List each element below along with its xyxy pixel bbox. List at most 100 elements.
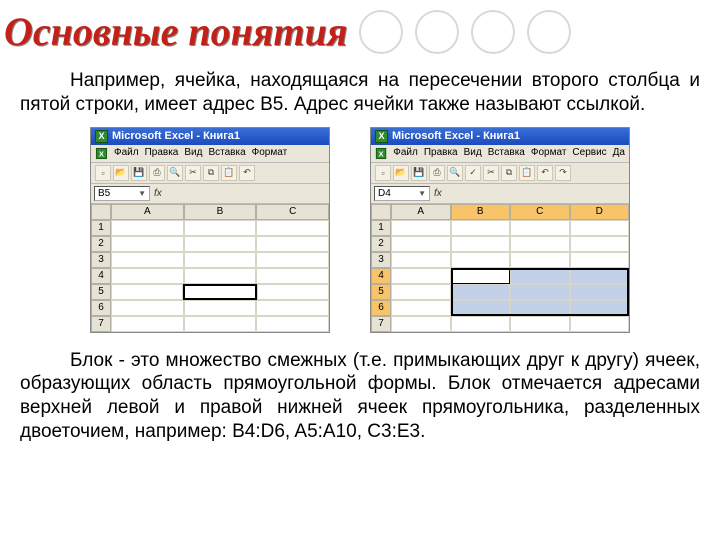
- cell[interactable]: [391, 236, 451, 252]
- chevron-down-icon[interactable]: ▼: [418, 189, 426, 198]
- row-header[interactable]: 4: [371, 268, 391, 284]
- open-icon[interactable]: 📂: [393, 165, 409, 181]
- cell[interactable]: [570, 236, 630, 252]
- cell[interactable]: [111, 284, 183, 300]
- cell[interactable]: [184, 220, 257, 236]
- menu-tools[interactable]: Сервис: [572, 147, 606, 160]
- new-icon[interactable]: ▫: [95, 165, 111, 181]
- row-header[interactable]: 7: [91, 316, 111, 332]
- row-header[interactable]: 5: [91, 284, 111, 300]
- print-icon[interactable]: ⎙: [149, 165, 165, 181]
- cell[interactable]: [391, 300, 451, 316]
- spell-icon[interactable]: ✓: [465, 165, 481, 181]
- row-header[interactable]: 1: [91, 220, 111, 236]
- row-header[interactable]: 1: [371, 220, 391, 236]
- cell[interactable]: [510, 300, 570, 316]
- cut-icon[interactable]: ✂: [483, 165, 499, 181]
- menu-view[interactable]: Вид: [184, 147, 202, 160]
- cell[interactable]: [570, 252, 630, 268]
- paste-icon[interactable]: 📋: [221, 165, 237, 181]
- menu-file[interactable]: Файл: [393, 147, 418, 160]
- open-icon[interactable]: 📂: [113, 165, 129, 181]
- cell[interactable]: [256, 252, 329, 268]
- menu-view[interactable]: Вид: [464, 147, 482, 160]
- menu-file[interactable]: Файл: [114, 147, 139, 160]
- row-header[interactable]: 7: [371, 316, 391, 332]
- print-icon[interactable]: ⎙: [429, 165, 445, 181]
- active-cell-b5[interactable]: [183, 284, 257, 300]
- range-anchor-cell[interactable]: [451, 268, 511, 284]
- cell[interactable]: [111, 316, 184, 332]
- cell[interactable]: [111, 300, 184, 316]
- cell[interactable]: [570, 316, 630, 332]
- row-header[interactable]: 3: [91, 252, 111, 268]
- spreadsheet-grid[interactable]: 1 2 3 4 5 6 7 A B C D: [371, 204, 629, 332]
- cell[interactable]: [570, 300, 630, 316]
- cell[interactable]: [570, 220, 630, 236]
- select-all-corner[interactable]: [371, 204, 391, 220]
- cell[interactable]: [111, 236, 184, 252]
- col-header[interactable]: B: [184, 204, 257, 220]
- col-header[interactable]: C: [510, 204, 570, 220]
- row-header[interactable]: 6: [371, 300, 391, 316]
- cell[interactable]: [256, 300, 329, 316]
- cell[interactable]: [111, 268, 184, 284]
- copy-icon[interactable]: ⧉: [501, 165, 517, 181]
- cell[interactable]: [451, 300, 511, 316]
- cell[interactable]: [570, 268, 630, 284]
- row-header[interactable]: 2: [91, 236, 111, 252]
- cell[interactable]: [510, 316, 570, 332]
- preview-icon[interactable]: 🔍: [167, 165, 183, 181]
- preview-icon[interactable]: 🔍: [447, 165, 463, 181]
- copy-icon[interactable]: ⧉: [203, 165, 219, 181]
- cell[interactable]: [184, 252, 257, 268]
- undo-icon[interactable]: ↶: [537, 165, 553, 181]
- select-all-corner[interactable]: [91, 204, 111, 220]
- spreadsheet-grid[interactable]: 1 2 3 4 5 6 7 A B C: [91, 204, 329, 332]
- save-icon[interactable]: 💾: [131, 165, 147, 181]
- cell[interactable]: [256, 316, 329, 332]
- cell[interactable]: [184, 268, 257, 284]
- menu-format[interactable]: Формат: [531, 147, 567, 160]
- cell[interactable]: [256, 220, 329, 236]
- col-header[interactable]: B: [451, 204, 511, 220]
- cell[interactable]: [391, 268, 451, 284]
- cell[interactable]: [257, 284, 329, 300]
- cut-icon[interactable]: ✂: [185, 165, 201, 181]
- cell[interactable]: [111, 252, 184, 268]
- cell[interactable]: [184, 236, 257, 252]
- col-header[interactable]: C: [256, 204, 329, 220]
- cell[interactable]: [256, 236, 329, 252]
- paste-icon[interactable]: 📋: [519, 165, 535, 181]
- name-box[interactable]: D4 ▼: [374, 186, 430, 201]
- cell[interactable]: [510, 220, 570, 236]
- undo-icon[interactable]: ↶: [239, 165, 255, 181]
- cell[interactable]: [510, 268, 570, 284]
- name-box[interactable]: B5 ▼: [94, 186, 150, 201]
- new-icon[interactable]: ▫: [375, 165, 391, 181]
- menu-insert[interactable]: Вставка: [208, 147, 245, 160]
- cell[interactable]: [570, 284, 630, 300]
- row-header[interactable]: 2: [371, 236, 391, 252]
- cell[interactable]: [391, 220, 451, 236]
- menu-edit[interactable]: Правка: [145, 147, 179, 160]
- cell[interactable]: [111, 220, 184, 236]
- row-header[interactable]: 5: [371, 284, 391, 300]
- cell[interactable]: [451, 220, 511, 236]
- col-header[interactable]: D: [570, 204, 630, 220]
- cell[interactable]: [451, 236, 511, 252]
- cell[interactable]: [451, 284, 511, 300]
- cell[interactable]: [510, 236, 570, 252]
- redo-icon[interactable]: ↷: [555, 165, 571, 181]
- cell[interactable]: [184, 300, 257, 316]
- menu-insert[interactable]: Вставка: [488, 147, 525, 160]
- col-header[interactable]: A: [391, 204, 451, 220]
- row-header[interactable]: 6: [91, 300, 111, 316]
- cell[interactable]: [256, 268, 329, 284]
- cell[interactable]: [184, 316, 257, 332]
- cell[interactable]: [510, 252, 570, 268]
- cell[interactable]: [391, 284, 451, 300]
- cell[interactable]: [451, 316, 511, 332]
- cell[interactable]: [451, 252, 511, 268]
- menu-format[interactable]: Формат: [252, 147, 288, 160]
